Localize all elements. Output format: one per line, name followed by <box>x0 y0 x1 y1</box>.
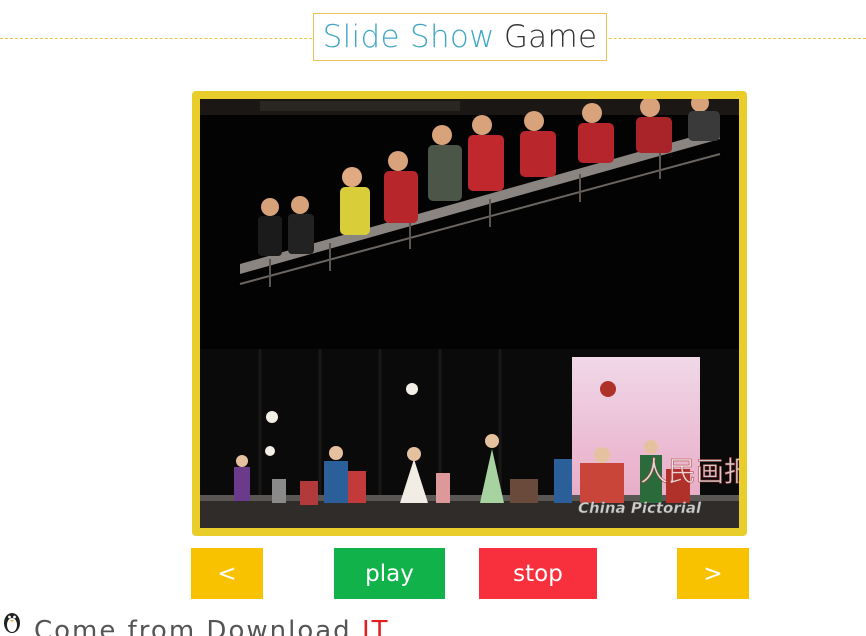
penguin-icon <box>4 613 20 633</box>
slide-watermark-en: China Pictorial <box>578 499 702 517</box>
slide-image: 人民画报 China Pictorial <box>200 99 739 528</box>
page-title: Slide Show Game <box>313 13 607 61</box>
play-button[interactable]: play <box>334 548 445 599</box>
footer-credit: Come from Download IT <box>0 606 866 636</box>
slide-frame: 人民画报 China Pictorial <box>192 91 747 536</box>
next-button[interactable]: > <box>677 548 749 599</box>
footer-accent[interactable]: IT <box>362 616 390 636</box>
puppet-show-photo: 人民画报 China Pictorial <box>200 99 739 528</box>
prev-button[interactable]: < <box>191 548 263 599</box>
footer-text: Come from Download <box>34 616 352 636</box>
stop-button[interactable]: stop <box>479 548 597 599</box>
title-part-slide-show: Slide Show <box>322 19 495 55</box>
title-part-game: Game <box>503 19 598 55</box>
slide-watermark-cn: 人民画报 <box>640 455 739 488</box>
